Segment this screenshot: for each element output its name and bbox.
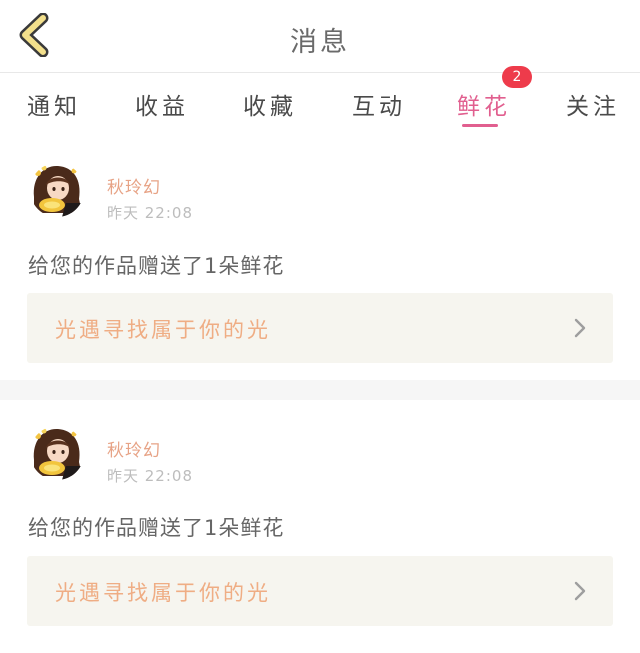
tab-following[interactable]: 关注 bbox=[566, 87, 620, 121]
top-bar: 消息 bbox=[0, 0, 640, 73]
sender-name[interactable]: 秋玲幻 bbox=[107, 436, 161, 461]
tab-bar: 通知 收益 收藏 互动 鲜花 关注 2 bbox=[0, 66, 640, 135]
tab-notifications[interactable]: 通知 bbox=[27, 87, 81, 121]
work-title: 光遇寻找属于你的光 bbox=[55, 318, 271, 342]
work-title: 光遇寻找属于你的光 bbox=[55, 581, 271, 605]
message-item: 秋玲幻 昨天 22:08 给您的作品赠送了1朵鲜花 光遇寻找属于你的光 bbox=[0, 400, 640, 653]
active-tab-indicator bbox=[462, 124, 498, 127]
avatar-image bbox=[30, 426, 84, 480]
tab-interactions[interactable]: 互动 bbox=[352, 87, 406, 121]
page-title: 消息 bbox=[290, 27, 350, 58]
chevron-right-icon bbox=[574, 318, 586, 338]
section-divider bbox=[0, 380, 640, 400]
unread-badge: 2 bbox=[502, 66, 532, 88]
work-link[interactable]: 光遇寻找属于你的光 bbox=[27, 293, 613, 363]
message-item: 秋玲幻 昨天 22:08 给您的作品赠送了1朵鲜花 光遇寻找属于你的光 bbox=[0, 140, 640, 380]
tab-earnings[interactable]: 收益 bbox=[135, 87, 189, 121]
avatar[interactable] bbox=[30, 163, 84, 217]
sender-name[interactable]: 秋玲幻 bbox=[107, 173, 161, 198]
avatar[interactable] bbox=[30, 426, 84, 480]
message-time: 昨天 22:08 bbox=[107, 204, 193, 222]
work-link[interactable]: 光遇寻找属于你的光 bbox=[27, 556, 613, 626]
chevron-right-icon bbox=[574, 581, 586, 601]
tab-favorites[interactable]: 收藏 bbox=[243, 87, 297, 121]
message-text: 给您的作品赠送了1朵鲜花 bbox=[28, 254, 285, 278]
tab-flowers[interactable]: 鲜花 bbox=[457, 87, 511, 121]
messages-page: 消息 通知 收益 收藏 互动 鲜花 关注 2 秋玲幻 昨天 22:08 给您的作… bbox=[0, 0, 640, 653]
message-text: 给您的作品赠送了1朵鲜花 bbox=[28, 516, 285, 540]
message-time: 昨天 22:08 bbox=[107, 467, 193, 485]
avatar-image bbox=[30, 163, 84, 217]
